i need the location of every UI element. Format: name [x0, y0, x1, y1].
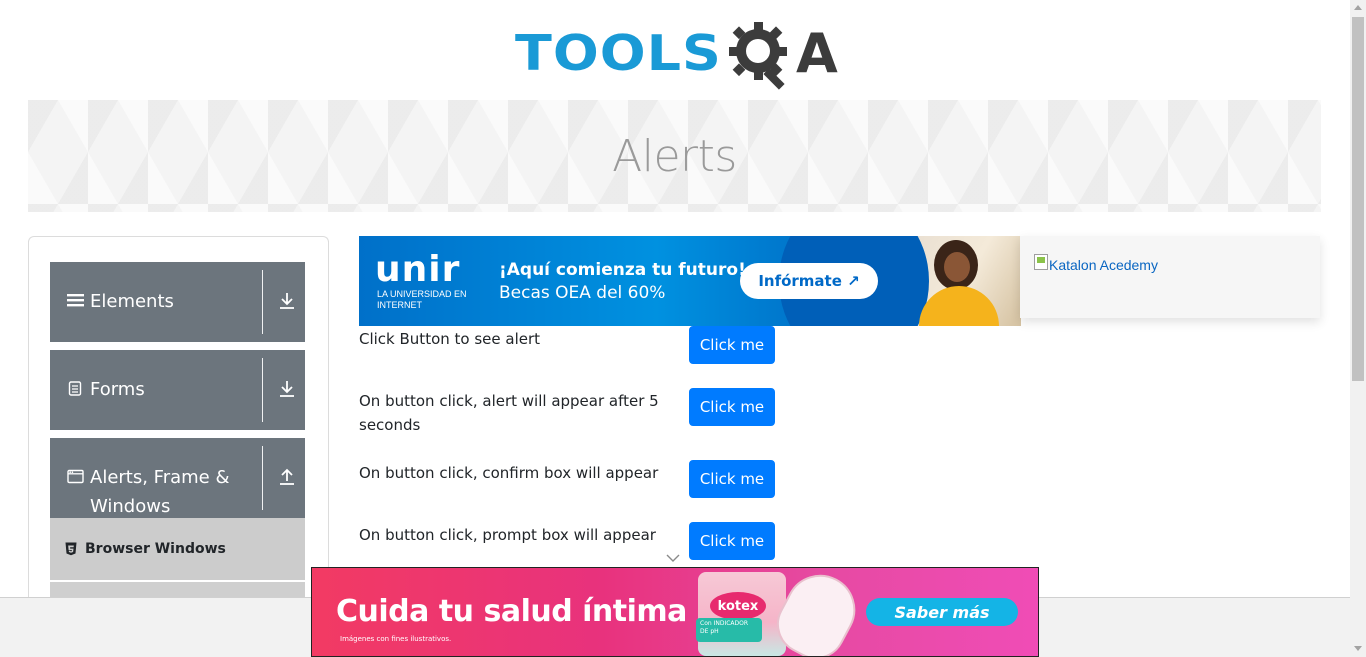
vertical-scrollbar[interactable]	[1350, 0, 1366, 657]
scrollbar-thumb[interactable]	[1352, 17, 1364, 381]
divider	[262, 270, 263, 334]
scroll-up-arrow-icon[interactable]	[1354, 5, 1362, 10]
alert-row-label: Click Button to see alert	[359, 330, 541, 348]
broken-image-icon	[1034, 254, 1048, 270]
download-icon[interactable]	[278, 380, 296, 398]
sidebar-group-forms[interactable]: Forms	[50, 350, 305, 430]
product-logo: kotex	[710, 592, 766, 620]
window-icon	[66, 469, 84, 484]
ad-banner-unir[interactable]: unir LA UNIVERSIDAD EN INTERNET ¡Aquí co…	[359, 236, 1021, 326]
page-title: Alerts	[612, 130, 737, 182]
sidebar-group-elements[interactable]: Elements	[50, 262, 305, 342]
sidebar-group-header[interactable]: Forms	[50, 350, 305, 430]
document-icon	[66, 381, 84, 396]
sidebar-group-header[interactable]: Elements	[50, 262, 305, 342]
ad-bottom-disclaimer: Imágenes con fines ilustrativos.	[340, 635, 452, 643]
sidebar-item-label: Browser Windows	[85, 541, 226, 557]
html5-icon	[65, 542, 77, 556]
page-banner: Alerts	[28, 100, 1321, 212]
ad-subline: Becas OEA del 60%	[499, 283, 666, 303]
divider	[262, 358, 263, 422]
divider	[262, 446, 263, 510]
ad-person-face	[944, 252, 970, 282]
sidebar-group-alerts-frame-windows[interactable]: Alerts, Frame & Windows	[50, 438, 305, 518]
chevron-down-icon[interactable]	[666, 553, 680, 563]
prompt-button[interactable]: Click me	[689, 522, 775, 560]
sidebar-group-header[interactable]: Alerts, Frame & Windows	[50, 438, 305, 518]
ad-headline: ¡Aquí comienza tu futuro!	[499, 260, 746, 280]
product-tag: Con INDICADOR DE pH	[696, 618, 762, 642]
hamburger-icon	[66, 293, 84, 307]
toolsqa-logo[interactable]: TOOLS A	[515, 18, 840, 90]
timer-alert-row-label: On button click, alert will appear after…	[359, 392, 659, 434]
ad-bottom-cta-button[interactable]: Saber más	[866, 598, 1018, 626]
confirm-button[interactable]: Click me	[689, 460, 775, 498]
ad-katalon[interactable]: Katalon Acedemy	[1020, 236, 1320, 318]
ad-brand-subtitle: LA UNIVERSIDAD EN INTERNET	[377, 289, 467, 310]
ad-brand-logo: unir	[375, 249, 461, 290]
broken-image-link[interactable]: Katalon Acedemy	[1034, 254, 1158, 276]
sidebar-item-browser-windows[interactable]: Browser Windows	[50, 518, 305, 580]
confirm-row-label: On button click, confirm box will appear	[359, 464, 659, 482]
gear-icon	[728, 22, 787, 90]
scroll-down-arrow-icon[interactable]	[1354, 646, 1362, 651]
image-alt-text[interactable]: Katalon Acedemy	[1049, 254, 1158, 276]
alert-button[interactable]: Click me	[689, 326, 775, 364]
sidebar-group-label: Alerts, Frame & Windows	[90, 467, 230, 517]
sidebar: Elements Forms Alerts, Frame & Windows B…	[28, 236, 329, 657]
ad-bottom-title: Cuida tu salud íntima	[336, 594, 687, 629]
logo-gear-q: A	[724, 18, 838, 90]
ad-banner-kotex[interactable]: Cuida tu salud íntima Imágenes con fines…	[311, 567, 1039, 657]
download-icon[interactable]	[278, 292, 296, 310]
logo-text-a: A	[795, 22, 838, 85]
page: TOOLS A Alerts Elements Forms Alerts, Fr…	[0, 0, 1366, 657]
prompt-row-label: On button click, prompt box will appear	[359, 526, 656, 544]
sidebar-group-label: Elements	[90, 291, 174, 312]
timer-alert-button[interactable]: Click me	[689, 388, 775, 426]
ad-cta-button[interactable]: Infórmate ↗	[740, 263, 878, 299]
upload-icon[interactable]	[278, 468, 296, 486]
logo-text-tools: TOOLS	[515, 25, 722, 82]
sidebar-group-label: Forms	[90, 379, 145, 400]
